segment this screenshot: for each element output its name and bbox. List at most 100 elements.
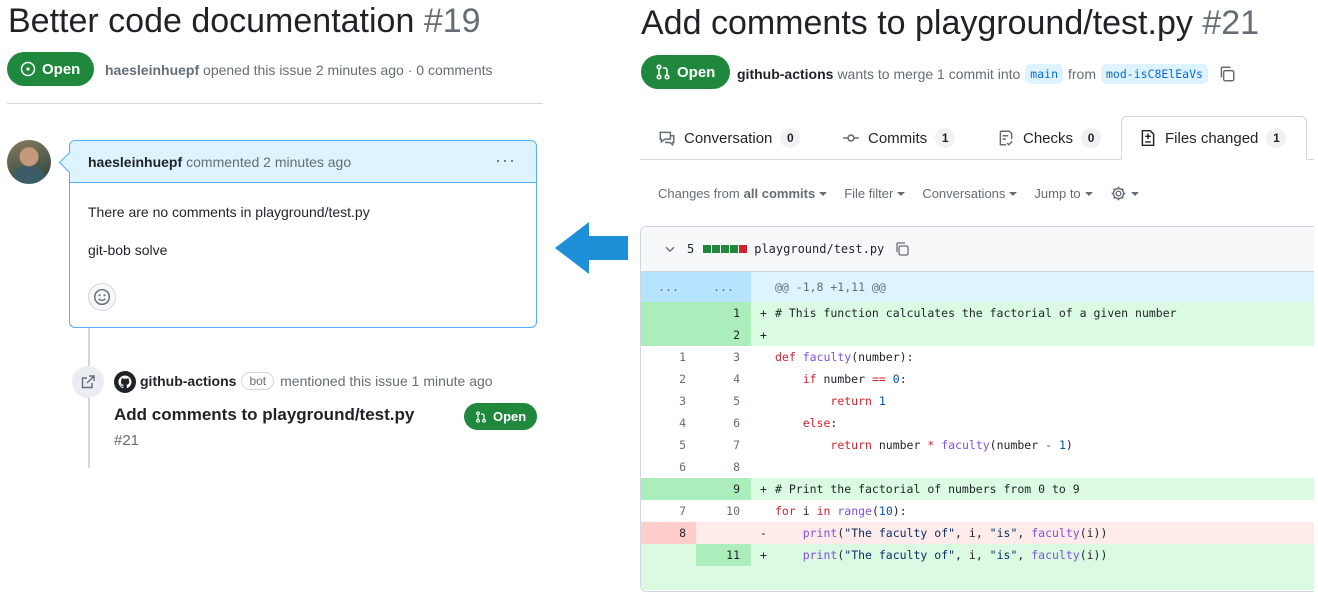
- hunk-text: @@ -1,8 +1,11 @@: [775, 280, 886, 294]
- diff-line[interactable]: 9 + # Print the factorial of numbers from …: [641, 478, 1314, 500]
- tab-checks[interactable]: Checks 0: [997, 116, 1102, 160]
- arrow-left-icon: [555, 222, 628, 274]
- xref-actor-link[interactable]: github-actions: [140, 373, 236, 389]
- diff-toolbar: Changes from all commits File filter Con…: [658, 185, 1156, 202]
- xref-state-label: Open: [493, 409, 527, 424]
- smiley-icon: [93, 288, 111, 306]
- changes-from-value: all commits: [743, 186, 816, 201]
- diffstat: [703, 245, 748, 253]
- jump-to-dropdown[interactable]: Jump to: [1034, 186, 1093, 201]
- add-reaction-button[interactable]: [88, 283, 116, 311]
- diff-line: [641, 566, 1314, 590]
- tab-files-changed[interactable]: Files changed 1: [1121, 116, 1307, 160]
- tab-label: Files changed: [1165, 129, 1259, 147]
- file-path-link[interactable]: playground/test.py: [754, 242, 884, 256]
- bot-badge: bot: [241, 372, 275, 390]
- diff-line[interactable]: 24 if number == 0:: [641, 368, 1314, 390]
- pr-meta-text: wants to merge 1 commit into: [837, 66, 1021, 82]
- diff-line[interactable]: 1 + # This function calculates the factori…: [641, 302, 1314, 324]
- xref-pr-number: #21: [114, 432, 140, 449]
- divider: [7, 103, 543, 104]
- issue-title: Better code documentation #19: [8, 2, 481, 41]
- comment-header: haesleinhuepf commented 2 minutes ago ··…: [70, 141, 536, 183]
- diff-line[interactable]: 57 return number * faculty(number - 1): [641, 434, 1314, 456]
- comment-time[interactable]: commented 2 minutes ago: [186, 154, 351, 170]
- diff-line[interactable]: 2 +: [641, 324, 1314, 346]
- tab-counter: 0: [780, 128, 801, 148]
- comment-box: haesleinhuepf commented 2 minutes ago ··…: [69, 140, 537, 328]
- timeline-line: [88, 328, 90, 468]
- base-branch[interactable]: main: [1025, 64, 1063, 84]
- issue-number: #19: [423, 2, 481, 40]
- comment-icon: [659, 131, 675, 147]
- tab-commits[interactable]: Commits 1: [842, 116, 956, 160]
- xref-state-badge: Open: [464, 403, 538, 430]
- issue-author-link[interactable]: haesleinhuepf: [105, 62, 199, 78]
- conversations-label: Conversations: [922, 186, 1006, 201]
- comment-author-link[interactable]: haesleinhuepf: [88, 154, 182, 170]
- issue-meta: haesleinhuepf opened this issue 2 minute…: [105, 62, 493, 78]
- caret-down-icon: [1084, 191, 1093, 196]
- issue-open-icon: [20, 61, 36, 77]
- pr-state-badge: Open: [641, 55, 731, 89]
- caret-down-icon: [819, 191, 828, 196]
- expand-up-button[interactable]: ...: [641, 272, 696, 302]
- tab-conversation[interactable]: Conversation 0: [658, 116, 801, 160]
- conversations-dropdown[interactable]: Conversations: [922, 186, 1018, 201]
- comment-line: There are no comments in playground/test…: [88, 204, 370, 220]
- pr-meta: github-actions wants to merge 1 commit i…: [737, 64, 1236, 84]
- jump-to-label: Jump to: [1034, 186, 1081, 201]
- copy-icon[interactable]: [1218, 65, 1236, 83]
- diff-icon: [1141, 129, 1155, 147]
- changes-from-dropdown[interactable]: Changes from all commits: [658, 186, 828, 201]
- tab-label: Conversation: [684, 129, 773, 147]
- pull-request-icon: [656, 64, 670, 80]
- head-branch[interactable]: mod-isC8ElEaVs: [1101, 64, 1208, 84]
- tab-counter: 0: [1081, 128, 1102, 148]
- pr-title-text: Add comments to playground/test.py: [641, 4, 1193, 42]
- diff-line[interactable]: 7 10 for i in range(10):: [641, 500, 1314, 522]
- comment-line: git-bob solve: [88, 242, 168, 258]
- pr-meta-from: from: [1068, 66, 1096, 82]
- caret-down-icon: [1009, 191, 1018, 196]
- diff-settings-dropdown[interactable]: [1110, 185, 1139, 202]
- github-logo-icon: [114, 371, 136, 393]
- file-filter-label: File filter: [844, 186, 894, 201]
- xref-event: github-actions bot mentioned this issue …: [140, 372, 493, 390]
- pr-title: Add comments to playground/test.py #21: [641, 4, 1259, 43]
- diff-line[interactable]: 68: [641, 456, 1314, 478]
- hunk-header: ... ... @@ -1,8 +1,11 @@: [641, 272, 1314, 302]
- diff-line[interactable]: 8- print("The faculty of", i, "is", facu…: [641, 522, 1314, 544]
- expand-down-button[interactable]: ...: [696, 272, 751, 302]
- issue-meta-text: opened this issue 2 minutes ago · 0 comm…: [203, 62, 493, 78]
- diff-line[interactable]: 11 + print("The faculty of", i, "is", fac…: [641, 544, 1314, 566]
- file-header: 5 playground/test.py: [641, 227, 1314, 272]
- avatar[interactable]: [7, 140, 51, 184]
- gear-icon: [1111, 186, 1126, 201]
- tab-counter: 1: [1266, 128, 1287, 148]
- kebab-menu-icon[interactable]: ···: [495, 150, 516, 171]
- commit-icon: [843, 134, 859, 142]
- caret-down-icon: [897, 191, 906, 196]
- changes-from-label: Changes from: [658, 186, 740, 201]
- xref-pr-title-link[interactable]: Add comments to playground/test.py: [114, 405, 414, 425]
- diff-line[interactable]: 35 return 1: [641, 390, 1314, 412]
- pr-tabs: Conversation 0 Commits 1 Checks 0 Files …: [640, 116, 1314, 160]
- file-filter-dropdown[interactable]: File filter: [844, 186, 906, 201]
- diff-line[interactable]: 46 else:: [641, 412, 1314, 434]
- copy-icon[interactable]: [894, 241, 910, 257]
- issue-title-text: Better code documentation: [8, 2, 415, 40]
- pr-state-label: Open: [677, 63, 716, 81]
- tab-counter: 1: [935, 128, 956, 148]
- caret-down-icon: [1130, 191, 1139, 196]
- pr-actor-link[interactable]: github-actions: [737, 66, 833, 82]
- comment-body: There are no comments in playground/test…: [70, 183, 536, 292]
- diff-change-count: 5: [687, 242, 695, 256]
- chevron-down-icon[interactable]: [663, 242, 677, 256]
- cross-reference-icon: [72, 366, 104, 398]
- checklist-icon: [999, 130, 1013, 146]
- pull-request-icon: [476, 410, 486, 423]
- xref-text: mentioned this issue 1 minute ago: [280, 373, 493, 389]
- diff-line[interactable]: 1 3 def faculty(number):: [641, 346, 1314, 368]
- file-diff: 5 playground/test.py ... ... @@ -1,8 +1,…: [640, 226, 1314, 592]
